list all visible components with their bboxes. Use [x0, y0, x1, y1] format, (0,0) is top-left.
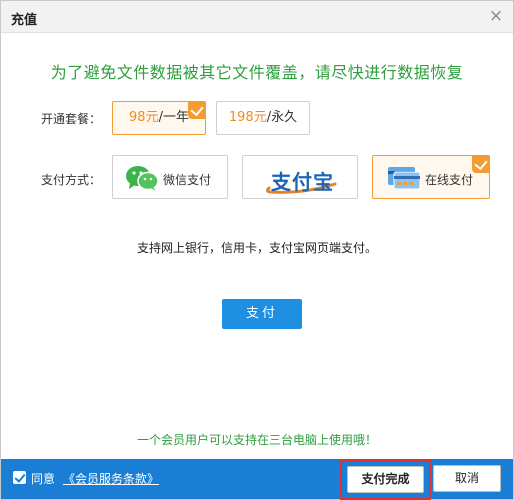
wechat-icon [126, 166, 159, 191]
done-button-highlight: 支付完成 [340, 459, 431, 500]
payment-done-button[interactable]: 支付完成 [347, 466, 424, 493]
alipay-logo-text: 支付宝 [271, 170, 334, 194]
footer-bar: 同意 《会员服务条款》 支付完成 取消 [1, 459, 513, 500]
plan-period: /永久 [266, 110, 298, 125]
membership-note: 一个会员用户可以支持在三台电脑上使用哦！ [136, 433, 377, 447]
dialog-title: 充值 [11, 13, 38, 28]
close-icon[interactable]: × [487, 7, 505, 25]
selected-check-icon [188, 101, 206, 119]
plan-price: 198元 [228, 110, 267, 125]
plan-option-yearly[interactable]: 98元/一年 [112, 101, 206, 135]
plan-label: 开通套餐： [41, 112, 102, 126]
recharge-dialog: 充值 × 为了避免文件数据被其它文件覆盖，请尽快进行数据恢复 开通套餐： 98元… [0, 0, 514, 500]
payment-info-text: 支持网上银行，信用卡，支付宝网页端支付。 [136, 241, 377, 255]
pay-button[interactable]: 支付 [222, 299, 302, 329]
cancel-button[interactable]: 取消 [433, 465, 501, 492]
payment-label-online: 在线支付 [425, 173, 474, 187]
payment-label: 支付方式： [41, 173, 102, 187]
terms-link[interactable]: 《会员服务条款》 [63, 470, 159, 487]
bank-card-icon [388, 167, 421, 190]
plan-price: 98元 [129, 110, 159, 125]
title-bar: 充值 × [1, 1, 513, 33]
recovery-headline: 为了避免文件数据被其它文件覆盖，请尽快进行数据恢复 [50, 63, 464, 82]
agree-checkbox[interactable] [13, 471, 26, 484]
selected-check-icon [472, 155, 490, 173]
plan-option-permanent[interactable]: 198元/永久 [216, 101, 310, 135]
payment-option-wechat[interactable]: 微信支付 [112, 155, 228, 199]
payment-option-alipay[interactable]: 支付宝 [242, 155, 358, 199]
plan-period: /一年 [158, 110, 189, 125]
payment-label-wechat: 微信支付 [163, 173, 212, 187]
agree-label: 同意 [31, 472, 56, 486]
payment-option-online[interactable]: 在线支付 [372, 155, 490, 199]
